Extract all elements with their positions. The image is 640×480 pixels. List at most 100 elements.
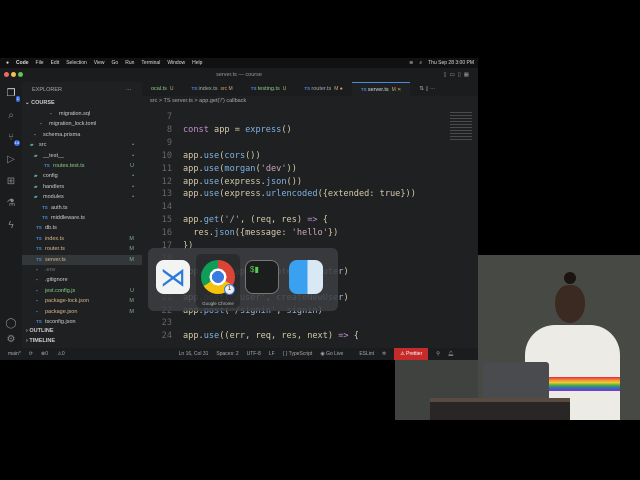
cursor-position[interactable]: Ln 16, Col 31: [179, 351, 209, 357]
breadcrumb-item[interactable]: TS server.ts: [164, 98, 193, 104]
clock[interactable]: Thu Sep 28 3:00 PM: [428, 60, 474, 66]
tab-index[interactable]: TSindex.ts src M: [183, 82, 242, 96]
maximize-window-button[interactable]: [18, 72, 23, 77]
encoding[interactable]: UTF-8: [247, 351, 261, 357]
file-tree-item[interactable]: TS auth.ts: [22, 203, 142, 213]
feedback-icon[interactable]: ⚲: [436, 351, 440, 357]
file-tree-item[interactable]: ▪ migration_lock.toml: [22, 119, 142, 129]
file-tree-item[interactable]: ▰ src •: [22, 140, 142, 150]
breadcrumb-item[interactable]: src: [150, 98, 157, 104]
menu-item[interactable]: Help: [192, 60, 202, 66]
code-line[interactable]: app.get('/', (req, res) => {: [183, 215, 328, 225]
layout-toggle-icons[interactable]: ▯▭▯▦: [444, 68, 472, 82]
sync-icon[interactable]: ⟳: [29, 351, 33, 357]
explorer-icon[interactable]: ❐ 1: [5, 88, 20, 102]
source-control-icon[interactable]: ⑂ 14: [5, 132, 20, 146]
run-debug-icon[interactable]: ▷: [5, 154, 17, 166]
indentation[interactable]: Spaces: 2: [216, 351, 238, 357]
git-status: M: [129, 256, 134, 263]
apple-icon[interactable]: ●: [6, 60, 9, 66]
minimize-window-button[interactable]: [11, 72, 16, 77]
file-tree-item[interactable]: TS db.ts: [22, 223, 142, 233]
menu-item[interactable]: Selection: [66, 60, 87, 66]
course-root[interactable]: ⌄ COURSE: [25, 98, 145, 108]
language-mode[interactable]: { } TypeScript: [283, 351, 313, 357]
file-tree-item[interactable]: TS routes.test.ts U: [22, 161, 142, 171]
activity-bar: ❐ 1 ⌕ ⑂ 14 ▷ ⊞ ⚗ ϟ ◯ ⚙: [0, 82, 22, 348]
code-line[interactable]: const app = express(): [183, 125, 292, 135]
copilot-icon[interactable]: ✲: [382, 351, 386, 357]
code-line[interactable]: app.use((err, req, res, next) => {: [183, 331, 359, 341]
menu-item[interactable]: Window: [167, 60, 185, 66]
lightning-icon[interactable]: ϟ: [5, 220, 17, 232]
folder-icon: ▰: [30, 142, 34, 148]
code-line[interactable]: app.use(express.json()): [183, 177, 302, 187]
problems-indicator[interactable]: ⊗0 ⚠0: [41, 351, 73, 357]
search-icon[interactable]: ⌕: [5, 110, 17, 122]
file-tree-item[interactable]: ▪ .env: [22, 265, 142, 275]
git-status: •: [132, 173, 134, 180]
menu-item[interactable]: Terminal: [141, 60, 160, 66]
tab-testing[interactable]: TStesting.ts U: [242, 82, 296, 96]
split-editor-icon[interactable]: ⇅ ▯ ···: [410, 82, 444, 96]
code-line[interactable]: res.json({message: 'hello'}): [183, 228, 338, 238]
line-ending[interactable]: LF: [269, 351, 275, 357]
go-live-button[interactable]: ◉ Go Live: [320, 351, 351, 357]
sweater-stripes: [545, 377, 620, 391]
file-tree-item[interactable]: ▪ package.json M: [22, 307, 142, 317]
code-line[interactable]: app.use(morgan('dev')): [183, 164, 297, 174]
timeline-section[interactable]: › TIMELINE: [26, 336, 146, 346]
gear-icon[interactable]: ⚙: [5, 334, 17, 346]
eslint-status[interactable]: ESLint: [359, 351, 374, 357]
file-tree-item[interactable]: ▰ modules •: [22, 192, 142, 202]
menu-item[interactable]: Edit: [51, 60, 60, 66]
git-icon: ▪: [36, 277, 38, 283]
file-tree-item[interactable]: ▪ jest.config.js U: [22, 286, 142, 296]
file-tree-item[interactable]: ▰ __test__ •: [22, 151, 142, 161]
file-name: package.json: [45, 308, 78, 315]
line-number: 24: [161, 331, 172, 342]
account-icon[interactable]: ◯: [5, 318, 17, 330]
line-number: 7: [166, 112, 172, 122]
ts-icon: TS: [36, 246, 42, 252]
file-tree-item[interactable]: TS index.ts M: [22, 234, 142, 244]
file-tree-item[interactable]: ▰ config •: [22, 171, 142, 181]
search-icon[interactable]: ⌕: [419, 60, 422, 66]
notifications-icon[interactable]: 🔔︎: [448, 351, 454, 357]
file-tree-item[interactable]: ▪ migration.sql: [22, 109, 142, 119]
code-line[interactable]: app.use(express.urlencoded({extended: tr…: [183, 189, 416, 199]
file-tree-item[interactable]: TS router.ts M: [22, 244, 142, 254]
terminal-app-icon[interactable]: $▮: [245, 260, 279, 294]
menu-item[interactable]: Run: [125, 60, 134, 66]
outline-section[interactable]: › OUTLINE: [26, 326, 146, 336]
wifi-icon[interactable]: ≋: [409, 60, 413, 66]
testing-icon[interactable]: ⚗: [5, 198, 17, 210]
code-line[interactable]: app.use(cors()): [183, 151, 261, 161]
code-editor[interactable]: 7 8 const app = express() 9 10 app.use(cors()…: [142, 112, 478, 348]
extensions-icon[interactable]: ⊞: [5, 176, 17, 188]
tab-router[interactable]: TSrouter.ts M ●: [295, 82, 351, 96]
minimap[interactable]: [450, 112, 472, 142]
file-tree-item[interactable]: ▰ handlers •: [22, 182, 142, 192]
tab-local[interactable]: ocal.ts U: [142, 82, 183, 96]
file-tree-item[interactable]: TS server.ts M: [22, 254, 142, 265]
menu-item[interactable]: File: [36, 60, 44, 66]
file-tree-item[interactable]: ▪ .gitignore: [22, 275, 142, 285]
finder-app-icon[interactable]: [289, 260, 323, 294]
file-tree-item[interactable]: ▪ schema.prisma: [22, 130, 142, 140]
line-number: 13: [161, 189, 172, 200]
file-tree-item[interactable]: ▪ package-lock.json M: [22, 296, 142, 306]
breadcrumb-item[interactable]: app.get('/') callback: [199, 98, 246, 104]
menu-item[interactable]: View: [94, 60, 105, 66]
git-branch[interactable]: main*: [8, 351, 21, 357]
more-actions-icon[interactable]: ···: [126, 85, 136, 95]
file-tree-item[interactable]: TS middleware.ts: [22, 213, 142, 223]
menu-item[interactable]: Code: [16, 60, 29, 66]
tab-server[interactable]: TSserver.ts M ✕: [351, 82, 411, 96]
close-window-button[interactable]: [4, 72, 9, 77]
menu-item[interactable]: Go: [112, 60, 119, 66]
prettier-status[interactable]: ⚠ Prettier: [394, 348, 429, 360]
vscode-app-icon[interactable]: ⋊: [156, 260, 190, 294]
editor-tabs: ocal.ts U TSindex.ts src M TStesting.ts U T…: [142, 82, 478, 96]
line-number: 11: [161, 163, 172, 174]
